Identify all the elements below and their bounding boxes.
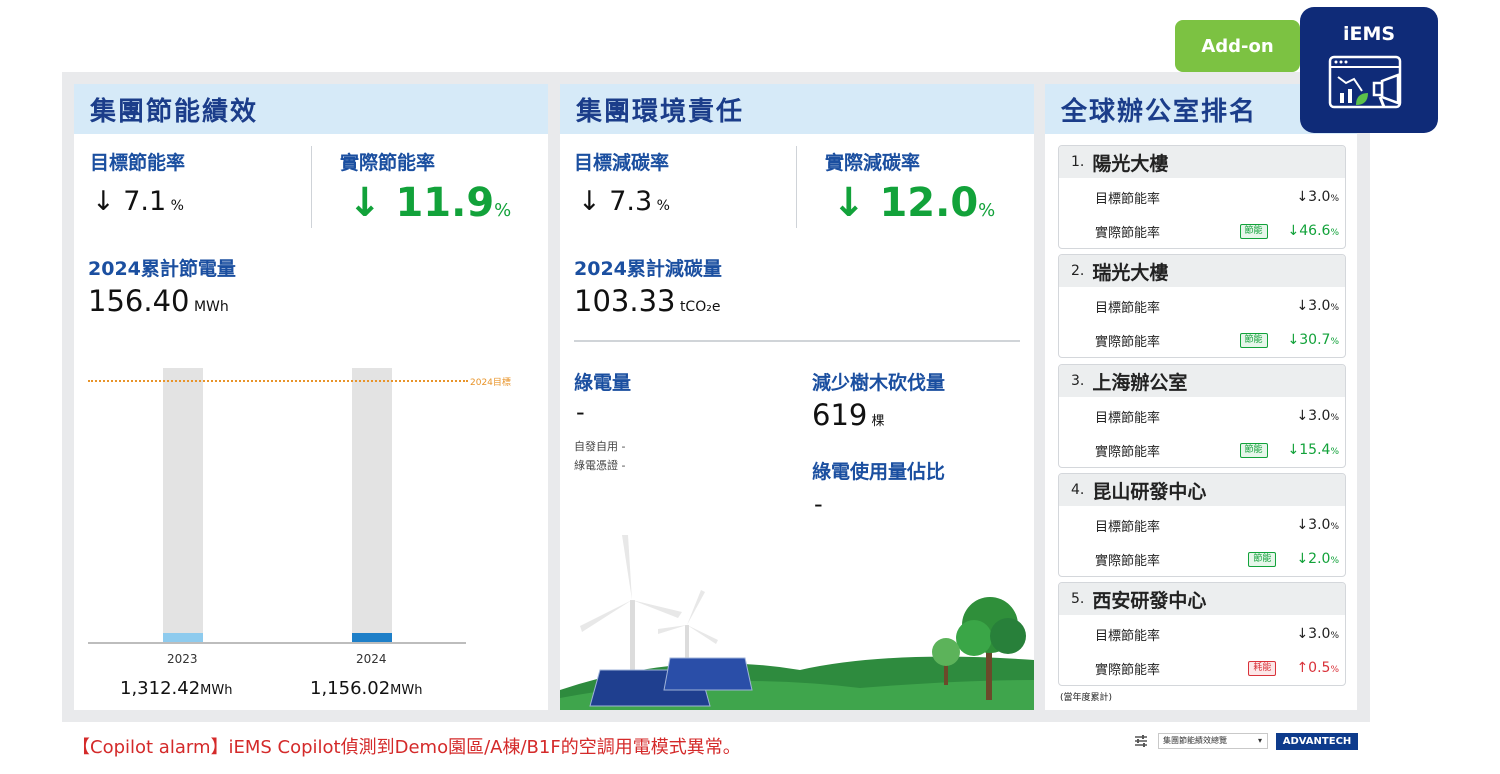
green-ratio-label: 綠電使用量佔比 (812, 461, 946, 483)
green-ratio-value: - (814, 490, 823, 518)
renewable-landscape-illustration (560, 535, 1034, 710)
cumulative-saving-value: 156.40 MWh (88, 284, 229, 318)
target-saving-label: 目標節能率 (90, 152, 186, 174)
office-card[interactable]: 1. 陽光大樓 目標節能率 ↓3.0% 實際節能率 節能 ↓46.6% (1058, 145, 1346, 249)
bar-2024 (352, 633, 392, 642)
value-label-2023: 1,312.42MWh (120, 678, 233, 699)
cumulative-carbon-label: 2024累計減碳量 (574, 258, 722, 280)
panel-title: 集團節能績效 (90, 96, 259, 127)
divider (311, 146, 312, 228)
panel-title: 集團環境責任 (576, 96, 745, 127)
green-power-value: - (576, 398, 585, 426)
value-label-2024: 1,156.02MWh (310, 678, 423, 699)
panel-title: 全球辦公室排名 (1061, 96, 1258, 127)
advantech-logo: ADVANTECH (1276, 733, 1358, 750)
actual-saving-label: 實際節能率 (340, 152, 436, 174)
target-line-label: 2024目標 (470, 378, 511, 388)
target-line (88, 380, 468, 382)
divider (796, 146, 797, 228)
tick-label-2024: 2024 (356, 652, 387, 666)
trees-label: 減少樹木砍伐量 (812, 372, 946, 394)
office-card[interactable]: 2. 瑞光大樓 目標節能率 ↓3.0% 實際節能率 節能 ↓30.7% (1058, 254, 1346, 358)
cumulative-saving-label: 2024累計節電量 (88, 258, 236, 280)
office-card[interactable]: 4. 昆山研發中心 目標節能率 ↓3.0% 實際節能率 節能 ↓2.0% (1058, 473, 1346, 577)
settings-sliders-icon[interactable] (1134, 734, 1148, 748)
target-carbon-label: 目標減碳率 (574, 152, 670, 174)
copilot-alarm-text[interactable]: 【Copilot alarm】iEMS Copilot偵測到Demo園區/A棟/… (72, 733, 741, 759)
actual-carbon-value: ↓ 12.0% (832, 180, 996, 226)
target-carbon-value: ↓ 7.3 % (578, 186, 670, 217)
actual-carbon-label: 實際減碳率 (825, 152, 921, 174)
iems-logo: iEMS (1300, 7, 1438, 133)
tick-label-2023: 2023 (167, 652, 198, 666)
dashboard-megaphone-icon (1328, 55, 1402, 109)
green-power-label: 綠電量 (574, 372, 632, 394)
chart-axis (88, 642, 466, 644)
chevron-down-icon: ▾ (1257, 736, 1262, 745)
target-saving-value: ↓ 7.1 % (92, 186, 184, 217)
addon-button[interactable]: Add-on (1175, 20, 1300, 72)
office-card[interactable]: 5. 西安研發中心 目標節能率 ↓3.0% 實際節能率 耗能 ↑0.5% (1058, 582, 1346, 686)
view-select[interactable]: 集團節能績效總覽 ▾ (1158, 733, 1268, 749)
section-divider (574, 340, 1020, 342)
actual-saving-value: ↓ 11.9% (348, 180, 512, 226)
footer-bar: 集團節能績效總覽 ▾ ADVANTECH (1128, 727, 1368, 755)
office-card[interactable]: 3. 上海辦公室 目標節能率 ↓3.0% 實際節能率 節能 ↓15.4% (1058, 364, 1346, 468)
certificate-text: 綠電憑證 - (574, 459, 626, 472)
bar-2023 (163, 633, 203, 642)
bar-bg-2023 (163, 368, 203, 643)
cumulative-carbon-value: 103.33 tCO₂e (574, 284, 721, 318)
bar-bg-2024 (352, 368, 392, 643)
trees-value: 619 棵 (812, 398, 885, 432)
ranking-footnote: (當年度累計) (1060, 693, 1113, 703)
self-use-text: 自發自用 - (574, 440, 626, 453)
